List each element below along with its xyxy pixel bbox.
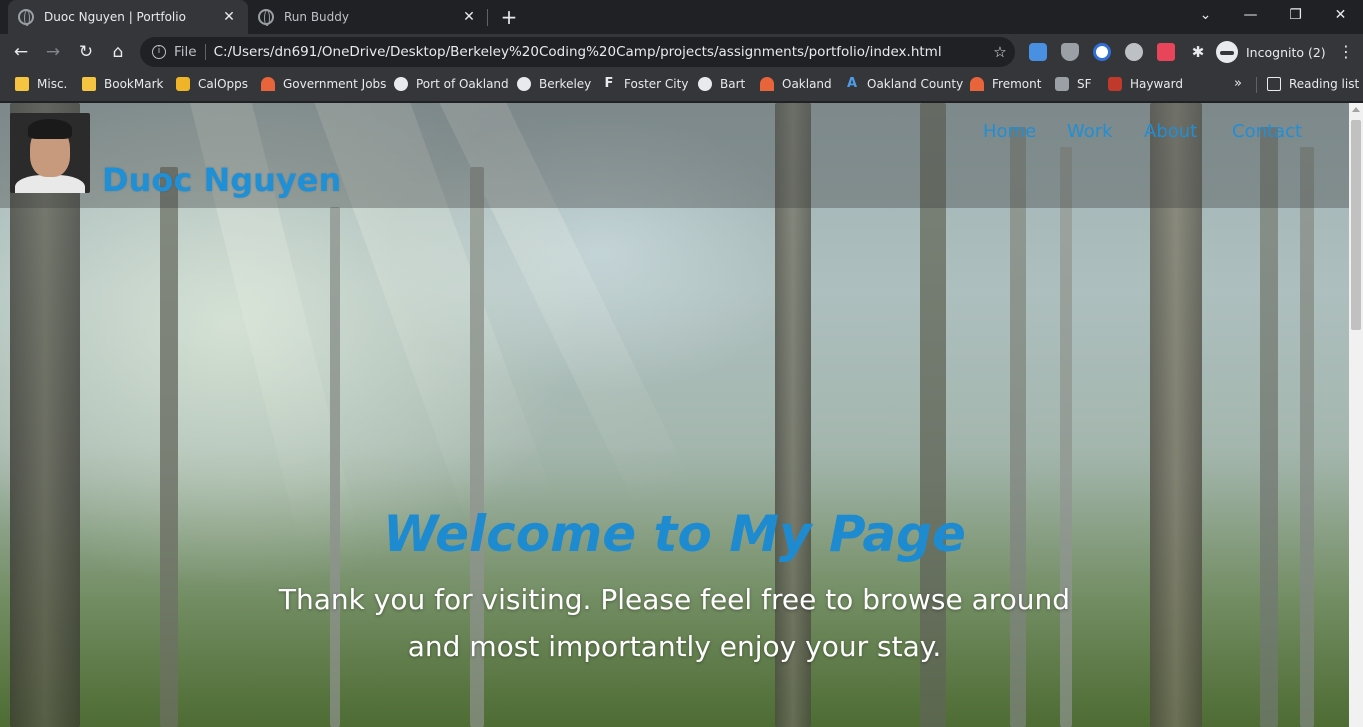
avatar — [10, 113, 90, 193]
reading-list-label: Reading list — [1289, 77, 1360, 91]
bookmark-misc[interactable]: Misc. — [15, 70, 67, 98]
bookmark-calopps[interactable]: CalOpps — [176, 70, 248, 98]
more-bookmarks-button[interactable]: » — [1234, 76, 1242, 91]
tab-run-buddy[interactable]: Run Buddy ✕ — [248, 0, 488, 34]
shield-icon[interactable] — [1061, 43, 1079, 61]
bookmarks-separator — [1256, 77, 1257, 93]
bookmark-label: SF — [1077, 77, 1092, 91]
address-bar[interactable]: i File C:/Users/dn691/OneDrive/Desktop/B… — [140, 37, 1015, 67]
sf-seal-icon — [1055, 77, 1069, 91]
bookmark-fremont[interactable]: Fremont — [970, 70, 1041, 98]
nav-home[interactable]: Home — [983, 121, 1036, 142]
bookmark-label: Oakland — [782, 77, 832, 91]
bookmark-berkeley[interactable]: Berkeley — [517, 70, 591, 98]
folder-icon — [15, 77, 29, 91]
close-window-button[interactable]: ✕ — [1318, 0, 1363, 30]
tab-close-icon[interactable]: ✕ — [460, 9, 478, 25]
bookmark-label: BookMark — [104, 77, 164, 91]
hero-subtitle-line-1: Thank you for visiting. Please feel free… — [278, 583, 1071, 616]
tab-portfolio[interactable]: Duoc Nguyen | Portfolio ✕ — [8, 0, 248, 34]
calopps-icon — [176, 77, 190, 91]
hero-title: Welcome to My Page — [383, 505, 966, 563]
avatar-shirt — [15, 175, 85, 193]
bookmark-label: Fremont — [992, 77, 1042, 91]
browser-toolbar: ← → ↻ ⌂ i File C:/Users/dn691/OneDrive/D… — [0, 34, 1363, 70]
video-extension-icon[interactable] — [1157, 43, 1175, 61]
globe-icon — [258, 9, 274, 26]
extension-icon[interactable] — [1029, 43, 1047, 61]
folder-icon — [82, 77, 96, 91]
url-text[interactable]: C:/Users/dn691/OneDrive/Desktop/Berkeley… — [214, 44, 985, 60]
tab-separator — [487, 9, 488, 26]
bookmark-label: Hayward — [1130, 77, 1183, 91]
bookmark-bookmark[interactable]: BookMark — [82, 70, 163, 98]
tab-title: Duoc Nguyen | Portfolio — [44, 10, 186, 24]
minimize-button[interactable]: — — [1228, 0, 1273, 30]
reload-button[interactable]: ↻ — [73, 39, 99, 65]
reading-list-icon — [1267, 77, 1281, 91]
arch-icon — [261, 77, 275, 91]
globe-icon — [517, 77, 531, 91]
file-label: File — [174, 44, 197, 60]
hero-subtitle-line-2: and most importantly enjoy your stay. — [407, 630, 942, 663]
incognito-indicator[interactable]: Incognito (2) — [1216, 39, 1326, 65]
bookmark-sf[interactable]: SF — [1055, 70, 1092, 98]
back-button[interactable]: ← — [8, 39, 34, 65]
bookmark-label: Bart — [720, 77, 746, 91]
arch-icon — [970, 77, 984, 91]
nav-contact[interactable]: Contact — [1232, 121, 1302, 142]
tab-strip: Duoc Nguyen | Portfolio ✕ Run Buddy ✕ + … — [0, 0, 1363, 34]
bookmark-oakland-county[interactable]: A Oakland County — [845, 70, 963, 98]
incognito-label: Incognito (2) — [1246, 44, 1326, 60]
bookmark-port-of-oakland[interactable]: Port of Oakland — [394, 70, 509, 98]
bookmark-government-jobs[interactable]: Government Jobs — [261, 70, 386, 98]
oakland-county-icon: A — [846, 76, 858, 91]
bookmark-star-icon[interactable]: ☆ — [985, 43, 1015, 61]
tab-search-icon[interactable]: ⌄ — [1183, 0, 1228, 30]
bookmark-label: Government Jobs — [283, 77, 387, 91]
page-scrollbar[interactable] — [1349, 103, 1363, 727]
new-tab-button[interactable]: + — [497, 4, 521, 30]
gear-extension-icon[interactable] — [1125, 43, 1143, 61]
bookmarks-bar: Misc. BookMark CalOpps Government Jobs P… — [0, 70, 1363, 102]
page-viewport: Duoc Nguyen Home Work About Contact Welc… — [0, 103, 1349, 727]
avatar-hair — [28, 119, 72, 139]
scroll-up-arrow-icon[interactable] — [1352, 107, 1360, 112]
menu-button[interactable]: ⋮ — [1336, 39, 1356, 65]
tab-close-icon[interactable]: ✕ — [220, 9, 238, 25]
bookmark-label: Foster City — [624, 77, 689, 91]
bookmark-hayward[interactable]: Hayward — [1108, 70, 1183, 98]
globe-icon — [18, 9, 34, 26]
incognito-icon — [1216, 41, 1238, 63]
info-icon[interactable]: i — [152, 45, 166, 59]
home-button[interactable]: ⌂ — [105, 39, 131, 65]
bookmark-label: Misc. — [37, 77, 68, 91]
bookmark-bart[interactable]: Bart — [698, 70, 745, 98]
bookmark-oakland[interactable]: Oakland — [760, 70, 832, 98]
forward-button[interactable]: → — [40, 39, 66, 65]
bookmark-label: CalOpps — [198, 77, 248, 91]
block-icon[interactable] — [1093, 43, 1111, 61]
tab-title: Run Buddy — [284, 10, 349, 24]
site-header: Duoc Nguyen Home Work About Contact — [0, 103, 1349, 208]
restore-button[interactable]: ❐ — [1273, 0, 1318, 30]
puzzle-icon[interactable]: ✱ — [1189, 43, 1207, 61]
arch-icon — [760, 77, 774, 91]
nav-about[interactable]: About — [1144, 121, 1197, 142]
bookmark-label: Berkeley — [539, 77, 592, 91]
bookmark-label: Port of Oakland — [416, 77, 509, 91]
foster-city-icon: F — [604, 76, 614, 91]
globe-icon — [698, 77, 712, 91]
hayward-icon — [1108, 77, 1122, 91]
globe-icon — [394, 77, 408, 91]
bookmark-foster-city[interactable]: F Foster City — [602, 70, 689, 98]
scrollbar-thumb[interactable] — [1351, 120, 1361, 330]
omnibox-divider — [204, 44, 206, 60]
site-name: Duoc Nguyen — [102, 161, 342, 199]
nav-work[interactable]: Work — [1067, 121, 1113, 142]
bookmark-label: Oakland County — [867, 77, 964, 91]
reading-list-button[interactable]: Reading list — [1267, 70, 1359, 98]
